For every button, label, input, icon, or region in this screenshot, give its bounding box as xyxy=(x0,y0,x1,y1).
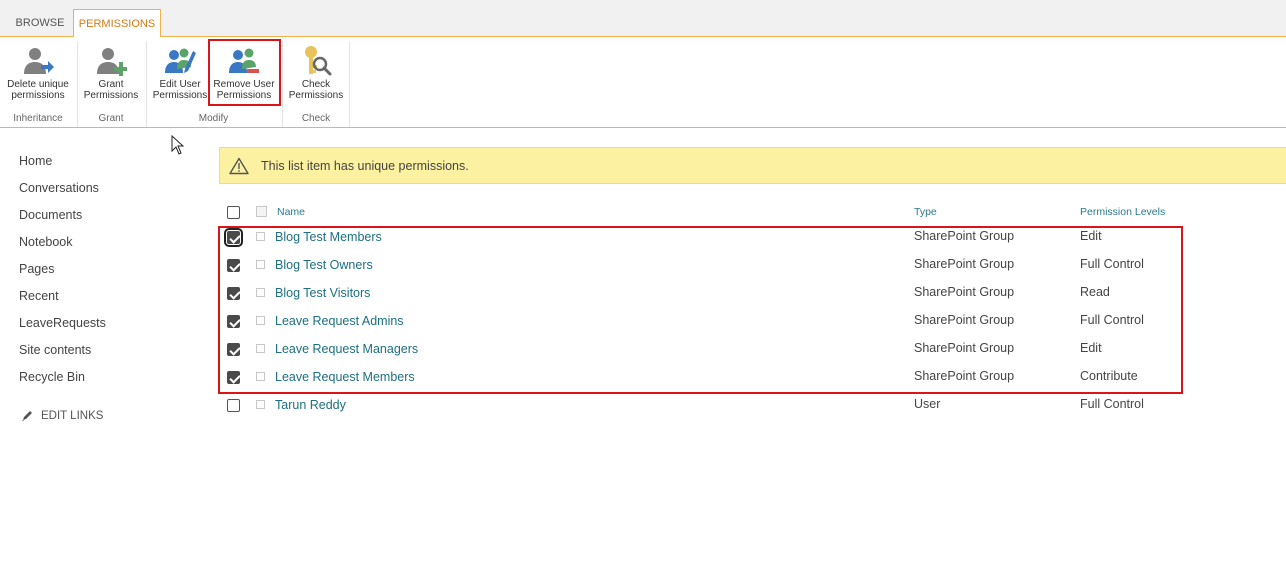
row-name-link[interactable]: Blog Test Members xyxy=(275,230,382,244)
pencil-icon xyxy=(22,411,32,421)
ribbon-tab-strip: BROWSE PERMISSIONS xyxy=(0,0,1286,38)
column-header-name[interactable]: Name xyxy=(277,206,305,218)
table-row[interactable]: Tarun Reddy User Full Control xyxy=(219,391,1286,419)
row-item-checkbox[interactable] xyxy=(256,232,265,241)
tab-permissions[interactable]: PERMISSIONS xyxy=(73,9,161,38)
nav-item-notebook[interactable]: Notebook xyxy=(19,231,106,258)
row-type: SharePoint Group xyxy=(914,257,1015,271)
row-select-checkbox[interactable] xyxy=(224,228,243,247)
row-select-checkbox[interactable] xyxy=(227,399,240,412)
row-item-checkbox[interactable] xyxy=(256,288,265,297)
row-name-link[interactable]: Leave Request Members xyxy=(275,370,415,384)
row-item-checkbox[interactable] xyxy=(256,316,265,325)
row-permission-level: Read xyxy=(1080,285,1110,299)
mouse-cursor-icon xyxy=(171,135,185,155)
group-label-modify: Modify xyxy=(198,113,229,124)
row-type: SharePoint Group xyxy=(914,341,1015,355)
users-edit-icon xyxy=(165,48,196,73)
select-all-checkbox[interactable] xyxy=(227,206,240,219)
user-arrow-icon xyxy=(24,48,54,74)
permissions-table: Name Type Permission Levels Blog Test Me… xyxy=(219,203,1286,419)
row-name-link[interactable]: Blog Test Visitors xyxy=(275,286,370,300)
unique-permissions-warning: This list item has unique permissions. xyxy=(219,147,1286,184)
group-label-inheritance: Inheritance xyxy=(13,113,63,124)
ribbon: Delete unique permissions Inheritance Gr… xyxy=(0,37,1286,128)
table-row[interactable]: Leave Request Managers SharePoint Group Ed… xyxy=(219,335,1286,363)
edit-user-label-2: Permissions xyxy=(152,90,208,101)
row-type: SharePoint Group xyxy=(914,229,1015,243)
row-type: SharePoint Group xyxy=(914,313,1015,327)
column-header-permission-levels[interactable]: Permission Levels xyxy=(1080,206,1165,218)
table-header: Name Type Permission Levels xyxy=(219,203,1286,223)
row-type: User xyxy=(914,397,941,411)
row-permission-level: Contribute xyxy=(1080,369,1138,383)
ribbon-separator xyxy=(146,41,147,127)
row-item-checkbox[interactable] xyxy=(256,400,265,409)
row-select-checkbox[interactable] xyxy=(227,259,240,272)
check-label-2: Permissions xyxy=(288,90,344,101)
quick-launch-nav: Home Conversations Documents Notebook Pa… xyxy=(19,150,106,393)
grant-permissions-button[interactable]: Grant Permissions xyxy=(81,41,141,103)
edit-user-permissions-button[interactable]: Edit User Permissions xyxy=(150,41,210,103)
row-permission-level: Full Control xyxy=(1080,257,1144,271)
row-item-checkbox[interactable] xyxy=(256,372,265,381)
nav-item-recycle-bin[interactable]: Recycle Bin xyxy=(19,366,106,393)
row-select-checkbox[interactable] xyxy=(227,315,240,328)
row-permission-level: Edit xyxy=(1080,341,1102,355)
user-add-icon xyxy=(97,48,127,76)
group-label-check: Check xyxy=(301,113,331,124)
row-select-checkbox[interactable] xyxy=(227,343,240,356)
nav-item-pages[interactable]: Pages xyxy=(19,258,106,285)
row-name-link[interactable]: Leave Request Managers xyxy=(275,342,418,356)
table-body: Blog Test Members SharePoint Group Edit Blo… xyxy=(219,223,1286,419)
row-permission-level: Full Control xyxy=(1080,397,1144,411)
row-item-checkbox[interactable] xyxy=(256,260,265,269)
table-row[interactable]: Leave Request Members SharePoint Group Con… xyxy=(219,363,1286,391)
row-permission-level: Full Control xyxy=(1080,313,1144,327)
edit-links-label: EDIT LINKS xyxy=(41,409,104,422)
nav-item-recent[interactable]: Recent xyxy=(19,285,106,312)
edit-links-button[interactable]: EDIT LINKS xyxy=(21,409,103,422)
table-row[interactable]: Blog Test Members SharePoint Group Edit xyxy=(219,223,1286,251)
warning-triangle-icon xyxy=(229,157,249,174)
ribbon-separator xyxy=(349,41,350,127)
row-select-checkbox[interactable] xyxy=(227,287,240,300)
check-label-1: Check xyxy=(301,79,331,90)
table-row[interactable]: Blog Test Visitors SharePoint Group Read xyxy=(219,279,1286,307)
ribbon-separator xyxy=(77,41,78,127)
row-type: SharePoint Group xyxy=(914,369,1015,383)
row-name-link[interactable]: Blog Test Owners xyxy=(275,258,373,272)
delete-unique-label-2: permissions xyxy=(11,90,65,101)
grant-label-2: Permissions xyxy=(83,90,139,101)
ribbon-separator xyxy=(282,41,283,127)
row-item-checkbox[interactable] xyxy=(256,344,265,353)
warning-text: This list item has unique permissions. xyxy=(261,158,469,173)
row-type: SharePoint Group xyxy=(914,285,1015,299)
header-item-checkbox[interactable] xyxy=(256,206,267,217)
row-permission-level: Edit xyxy=(1080,229,1102,243)
delete-unique-permissions-button[interactable]: Delete unique permissions xyxy=(3,41,73,103)
group-label-grant: Grant xyxy=(98,113,124,124)
check-permissions-button[interactable]: Check Permissions xyxy=(286,41,346,103)
tab-browse[interactable]: BROWSE xyxy=(8,9,72,38)
table-row[interactable]: Blog Test Owners SharePoint Group Full Con… xyxy=(219,251,1286,279)
remove-button-highlight xyxy=(208,39,281,106)
nav-item-conversations[interactable]: Conversations xyxy=(19,177,106,204)
nav-item-leaverequests[interactable]: LeaveRequests xyxy=(19,312,106,339)
nav-item-documents[interactable]: Documents xyxy=(19,204,106,231)
grant-label-1: Grant xyxy=(98,79,124,90)
column-header-type[interactable]: Type xyxy=(914,206,937,218)
row-select-checkbox[interactable] xyxy=(227,371,240,384)
edit-user-label-1: Edit User xyxy=(159,79,201,90)
row-name-link[interactable]: Leave Request Admins xyxy=(275,314,404,328)
delete-unique-label-1: Delete unique xyxy=(7,79,69,90)
key-search-icon xyxy=(305,46,332,76)
nav-item-home[interactable]: Home xyxy=(19,150,106,177)
nav-item-site-contents[interactable]: Site contents xyxy=(19,339,106,366)
table-row[interactable]: Leave Request Admins SharePoint Group Full… xyxy=(219,307,1286,335)
row-name-link[interactable]: Tarun Reddy xyxy=(275,398,346,412)
